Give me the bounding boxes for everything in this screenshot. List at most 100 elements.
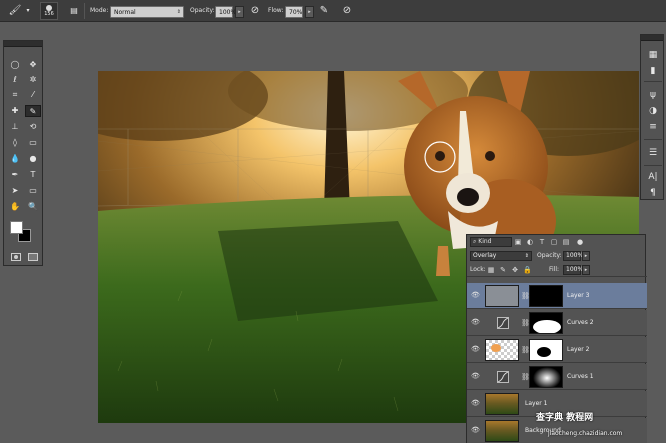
mode-value: Normal	[114, 9, 136, 16]
screen-mode-icon[interactable]	[28, 253, 38, 261]
eye-icon[interactable]: 👁	[471, 426, 480, 435]
filter-type-icon[interactable]: T	[537, 237, 547, 247]
layer-thumbnail[interactable]	[485, 285, 519, 307]
pressure-size-icon[interactable]: ⊘	[340, 4, 354, 18]
lock-all-icon[interactable]: 🔒	[523, 266, 532, 274]
layer-filter-bar: ⌕ Kind ▣ ◐ T ▢ ▤ ●	[467, 235, 647, 249]
type-tool-icon[interactable]: T	[25, 169, 41, 181]
tools-panel-header[interactable]	[4, 41, 42, 47]
filter-smart-object-icon[interactable]: ▤	[561, 237, 571, 247]
brush-tool-button[interactable]: ✎	[25, 105, 41, 117]
eye-icon[interactable]: 👁	[471, 399, 480, 408]
filter-pixel-icon[interactable]: ▣	[513, 237, 523, 247]
layer-mask-thumbnail[interactable]	[529, 339, 563, 361]
layer-thumbnail[interactable]	[485, 339, 519, 361]
link-icon[interactable]: ⛓	[521, 291, 530, 301]
mode-select[interactable]: Normal ⇕	[110, 6, 184, 18]
lock-position-icon[interactable]: ✥	[511, 266, 519, 274]
curves-adjustment-icon[interactable]	[497, 317, 509, 329]
lock-pixels-icon[interactable]: ✎	[499, 266, 507, 274]
pen-tool-icon[interactable]: ✒	[7, 169, 23, 181]
layer-filter-kind-select[interactable]: ⌕ Kind	[470, 237, 512, 247]
properties-panel-icon[interactable]: ≡	[646, 121, 660, 133]
opacity-slider-button[interactable]: ▸	[235, 6, 244, 18]
filter-toggle-icon[interactable]: ●	[575, 237, 585, 247]
layer-name[interactable]: Layer 3	[567, 291, 589, 301]
airbrush-icon[interactable]: ✎	[318, 4, 330, 18]
layer-mask-thumbnail[interactable]	[529, 366, 563, 388]
eye-icon[interactable]: 👁	[471, 291, 480, 300]
eye-icon[interactable]: 👁	[471, 318, 480, 327]
layer-name[interactable]: Curves 1	[567, 372, 594, 382]
dodge-tool-icon[interactable]: ●	[25, 153, 41, 165]
foreground-color-swatch[interactable]	[10, 221, 23, 234]
filter-shape-icon[interactable]: ▢	[549, 237, 559, 247]
link-icon[interactable]: ⛓	[521, 345, 530, 355]
flow-slider-button[interactable]: ▸	[305, 6, 314, 18]
blur-tool-icon[interactable]: 💧	[7, 153, 23, 165]
fill-input[interactable]: 100%	[563, 265, 584, 275]
layer-row-curves-2[interactable]: 👁 ⛓ Curves 2	[467, 310, 647, 336]
fill-slider-button[interactable]: ▸	[582, 265, 590, 275]
brush-size-picker[interactable]: 156	[40, 2, 58, 20]
watermark-title: 查字典 教程网	[536, 413, 594, 423]
history-panel-icon[interactable]: ▦	[646, 49, 660, 61]
layer-row-layer-2[interactable]: 👁 ⛓ Layer 2	[467, 337, 647, 363]
layers-panel-icon[interactable]: ☰	[646, 147, 660, 159]
layer-thumbnail[interactable]	[485, 393, 519, 415]
dock-header[interactable]	[641, 35, 663, 41]
fill-value: 100%	[566, 266, 584, 273]
actions-panel-icon[interactable]: ▮	[646, 65, 660, 77]
flow-label: Flow:	[268, 7, 284, 14]
rectangle-tool-icon[interactable]: ▭	[25, 185, 41, 197]
curves-adjustment-icon[interactable]	[497, 371, 509, 383]
layer-name[interactable]: Layer 1	[525, 399, 547, 409]
filter-adjustment-icon[interactable]: ◐	[525, 237, 535, 247]
paragraph-panel-icon[interactable]: ¶	[646, 187, 660, 199]
crop-tool-icon[interactable]: ⌗	[7, 89, 23, 101]
lock-transparency-icon[interactable]: ▦	[487, 266, 495, 274]
layer-name[interactable]: Layer 2	[567, 345, 589, 355]
history-brush-tool-icon[interactable]: ⟲	[25, 121, 41, 133]
brush-panel-toggle-icon[interactable]: ▤	[68, 4, 80, 18]
eyedropper-tool-icon[interactable]: ⁄	[25, 89, 41, 101]
magic-wand-tool-icon[interactable]: ✲	[25, 74, 41, 86]
zoom-tool-icon[interactable]: 🔍	[25, 201, 41, 213]
layer-opacity-input[interactable]: 100%	[563, 251, 583, 261]
quick-mask-icon[interactable]	[11, 253, 21, 261]
layer-mask-thumbnail[interactable]	[529, 285, 563, 307]
hand-tool-icon[interactable]: ✋	[7, 201, 23, 213]
eye-icon[interactable]: 👁	[471, 372, 480, 381]
tool-preset-dropdown-icon[interactable]: ▾	[24, 4, 32, 18]
link-icon[interactable]: ⛓	[521, 372, 530, 382]
move-tool-icon[interactable]: ✥	[25, 59, 41, 71]
clone-stamp-tool-icon[interactable]: ⊥	[7, 121, 23, 133]
lasso-tool-icon[interactable]: ℓ	[7, 74, 23, 86]
blend-row: Overlay ⇕ Opacity: 100% ▸	[467, 249, 647, 263]
healing-brush-tool-icon[interactable]: ✚	[7, 105, 23, 117]
layer-mask-thumbnail[interactable]	[529, 312, 563, 334]
layer-thumbnail[interactable]	[485, 420, 519, 442]
brush-tool-icon[interactable]: 🖌	[8, 4, 22, 18]
adjustments-panel-icon[interactable]: ◑	[646, 105, 660, 117]
lock-row: Lock: ▦ ✎ ✥ 🔒 Fill: 100% ▸	[467, 263, 647, 277]
layer-row-layer-3[interactable]: 👁 ⛓ Layer 3	[467, 283, 647, 309]
gradient-tool-icon[interactable]: ▭	[25, 137, 41, 149]
opacity-input[interactable]: 100%	[215, 6, 236, 18]
eraser-tool-icon[interactable]: ◊	[7, 137, 23, 149]
layer-row-curves-1[interactable]: 👁 ⛓ Curves 1	[467, 364, 647, 390]
watermark-url: jiaocheng.chazidian.com	[548, 430, 623, 437]
fill-label: Fill:	[549, 266, 560, 273]
layer-opacity-slider-button[interactable]: ▸	[582, 251, 590, 261]
layer-name[interactable]: Curves 2	[567, 318, 594, 328]
eye-icon[interactable]: 👁	[471, 345, 480, 354]
blend-mode-value: Overlay	[473, 252, 497, 259]
blend-mode-select[interactable]: Overlay ⇕	[470, 251, 532, 261]
character-panel-icon[interactable]: A|	[646, 171, 660, 183]
path-selection-tool-icon[interactable]: ➤	[7, 185, 23, 197]
flow-input[interactable]: 70%	[285, 6, 303, 18]
brush-panel-icon[interactable]: ψ	[646, 89, 660, 101]
link-icon[interactable]: ⛓	[521, 318, 530, 328]
marquee-tool-icon[interactable]: ◯	[7, 59, 23, 71]
pressure-opacity-icon[interactable]: ⊘	[248, 4, 262, 18]
